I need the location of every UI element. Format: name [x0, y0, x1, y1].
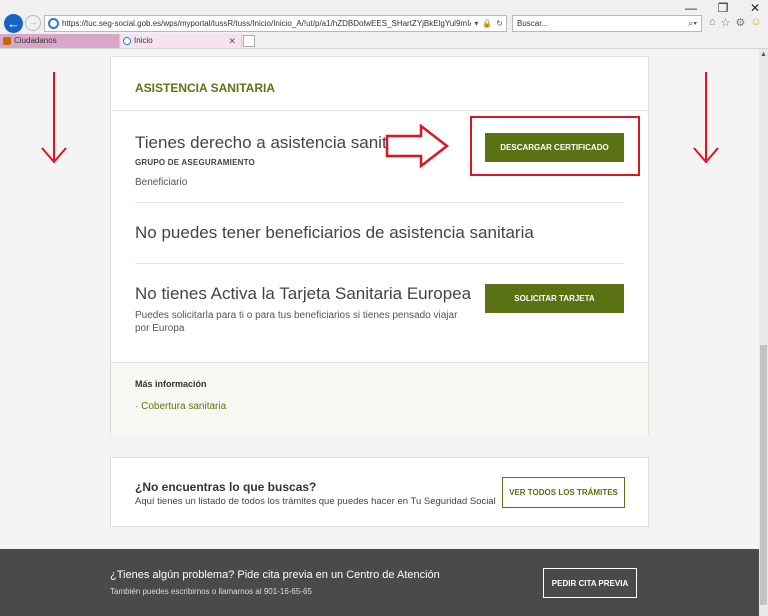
lock-icon[interactable]: 🔒 [482, 19, 492, 28]
row-title-derecho: Tienes derecho a asistencia sanitaria [135, 133, 416, 152]
footer-title: ¿Tienes algún problema? Pide cita previa… [110, 569, 440, 581]
row-title-beneficiarios: No puedes tener beneficiarios de asisten… [135, 223, 534, 242]
search-input[interactable]: Buscar... ⌕▾ [512, 15, 702, 32]
solicitar-tarjeta-button[interactable]: SOLICITAR TARJETA [485, 284, 624, 313]
more-info-title: Más información [135, 379, 207, 389]
ciudadanos-favicon-icon [3, 37, 11, 45]
row-value-beneficiario: Beneficiario [135, 177, 188, 188]
annotation-down-arrow-left [41, 72, 67, 164]
row-text-tarjeta: Puedes solicitarla para ti o para tus be… [135, 310, 458, 334]
address-bar[interactable]: https://tuc.seg-social.gob.es/wps/myport… [44, 15, 507, 32]
favorites-star-icon[interactable]: ☆ [721, 16, 731, 29]
scroll-up-icon[interactable]: ▲ [759, 51, 768, 58]
settings-gear-icon[interactable]: ⚙ [736, 16, 746, 29]
annotation-right-arrow [385, 124, 449, 168]
cobertura-sanitaria-link[interactable]: · Cobertura sanitaria [135, 401, 226, 412]
help-card: ¿No encuentras lo que buscas? Aquí tiene… [110, 457, 649, 527]
ie-favicon-icon [123, 37, 131, 45]
feedback-smiley-icon[interactable]: ☺ [750, 16, 761, 29]
scroll-thumb[interactable] [760, 345, 767, 605]
page-footer: ¿Tienes algún problema? Pide cita previa… [0, 549, 759, 616]
help-card-title: ¿No encuentras lo que buscas? [135, 480, 317, 494]
annotation-down-arrow-right [693, 72, 719, 164]
search-placeholder: Buscar... [517, 19, 549, 28]
divider [135, 263, 624, 264]
address-actions: ▾ 🔒 ↻ [471, 19, 506, 28]
link-label: Cobertura sanitaria [141, 401, 227, 412]
dropdown-icon[interactable]: ▾ [474, 19, 478, 28]
row-title-tarjeta: No tienes Activa la Tarjeta Sanitaria Eu… [135, 284, 472, 303]
toolbar-icons: ⌂ ☆ ⚙ ☺ [709, 16, 762, 29]
home-icon[interactable]: ⌂ [709, 16, 716, 29]
tab-bar: Ciudadanos Inicio ✕ [0, 34, 768, 48]
forward-button[interactable]: → [25, 15, 41, 31]
navigation-row: ← → https://tuc.seg-social.gob.es/wps/my… [0, 14, 768, 34]
help-card-text: Aquí tienes un listado de todos los trám… [135, 496, 496, 507]
site-favicon-icon [48, 18, 59, 29]
tab-ciudadanos[interactable]: Ciudadanos [0, 34, 120, 48]
browser-chrome: — ❐ ✕ ← → https://tuc.seg-social.gob.es/… [0, 0, 768, 49]
ver-todos-tramites-button[interactable]: VER TODOS LOS TRÁMITES [502, 477, 625, 508]
page-scrollbar[interactable]: ▲ [759, 49, 768, 616]
tab-label: Inicio [134, 36, 153, 45]
url-text: https://tuc.seg-social.gob.es/wps/myport… [62, 19, 471, 28]
tab-inicio[interactable]: Inicio ✕ [120, 34, 242, 48]
close-tab-icon[interactable]: ✕ [228, 34, 236, 48]
card-title: ASISTENCIA SANITARIA [135, 81, 276, 95]
search-icon[interactable]: ⌕▾ [688, 16, 697, 31]
pedir-cita-previa-button[interactable]: PEDIR CITA PREVIA [543, 568, 637, 598]
new-tab-button[interactable] [243, 35, 255, 47]
asistencia-sanitaria-card: ASISTENCIA SANITARIA Tienes derecho a as… [110, 56, 649, 434]
refresh-icon[interactable]: ↻ [496, 19, 503, 28]
card-header: ASISTENCIA SANITARIA [111, 57, 648, 111]
footer-subtitle: También puedes escribirnos o llamarnos a… [110, 587, 312, 596]
back-button[interactable]: ← [4, 14, 23, 33]
more-info-section: Más información · Cobertura sanitaria [111, 362, 648, 434]
divider [135, 202, 624, 203]
tab-label: Ciudadanos [14, 36, 57, 45]
annotation-highlight-box [470, 116, 640, 176]
row-subtitle-grupo: GRUPO DE ASEGURAMIENTO [135, 158, 255, 167]
